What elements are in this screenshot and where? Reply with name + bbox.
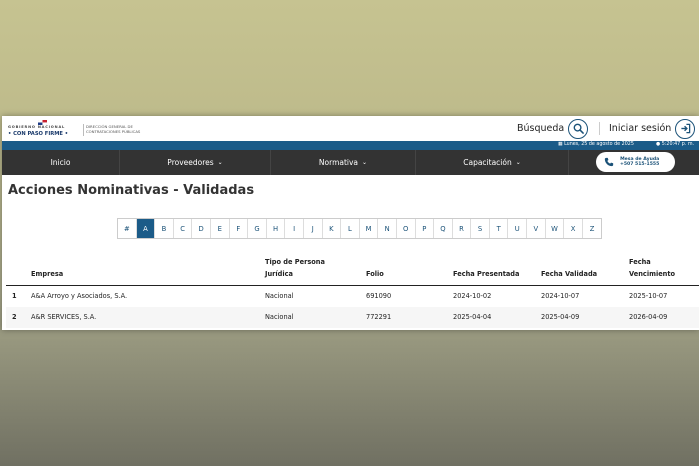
nav-item-proveedores[interactable]: Proveedores ⌄ bbox=[120, 150, 271, 175]
column-header-tipo-line1: Tipo de Persona bbox=[265, 258, 325, 266]
column-header-vencimiento-line2: Vencimiento bbox=[629, 270, 676, 278]
letter-filter-r[interactable]: R bbox=[452, 219, 472, 238]
nav-item-label: Capacitación bbox=[463, 158, 512, 167]
help-desk-button[interactable]: Mesa de Ayuda +507 515-1555 bbox=[596, 152, 675, 172]
table-header: Empresa Tipo de Persona Jurídica Folio F… bbox=[6, 254, 699, 286]
chevron-down-icon: ⌄ bbox=[217, 159, 223, 166]
chevron-down-icon: ⌄ bbox=[362, 159, 368, 166]
page-title: Acciones Nominativas - Validadas bbox=[8, 183, 255, 198]
date-text: Lunes, 25 de agosto de 2025 bbox=[564, 142, 634, 147]
logo-divider bbox=[83, 124, 84, 136]
top-header: GOBIERNO NACIONAL • CON PASO FIRME • DIR… bbox=[2, 116, 699, 141]
cell-empresa: A&R SERVICES, S.A. bbox=[31, 313, 97, 321]
government-logo[interactable]: GOBIERNO NACIONAL • CON PASO FIRME • DIR… bbox=[8, 120, 158, 138]
column-header-folio[interactable]: Folio bbox=[366, 268, 384, 280]
main-nav: Inicio Proveedores ⌄ Normativa ⌄ Capacit… bbox=[2, 150, 699, 175]
letter-filter-h[interactable]: H bbox=[266, 219, 286, 238]
letter-filter-b[interactable]: B bbox=[155, 219, 174, 238]
directorate-text: DIRECCIÓN GENERAL DE CONTRATACIONES PÚBL… bbox=[86, 124, 141, 134]
column-header-fecha-presentada[interactable]: Fecha Presentada bbox=[453, 268, 519, 280]
letter-filter-v[interactable]: V bbox=[527, 219, 546, 238]
letter-filter-c[interactable]: C bbox=[173, 219, 193, 238]
letter-filter-w[interactable]: W bbox=[545, 219, 565, 238]
chevron-down-icon: ⌄ bbox=[515, 159, 521, 166]
brand-top-text: GOBIERNO NACIONAL bbox=[8, 125, 66, 129]
cell-fecha-presentada: 2025-04-04 bbox=[453, 313, 492, 321]
results-table: Empresa Tipo de Persona Jurídica Folio F… bbox=[6, 254, 699, 328]
letter-filter-p[interactable]: P bbox=[415, 219, 435, 238]
letter-filter-m[interactable]: M bbox=[359, 219, 379, 238]
time-text: 5:20:47 p. m. bbox=[661, 142, 695, 147]
letter-filter-g[interactable]: G bbox=[248, 219, 267, 238]
cell-fecha-validada: 2024-10-07 bbox=[541, 292, 580, 300]
cell-fecha-vencimiento: 2026-04-09 bbox=[629, 313, 668, 321]
letter-filter-f[interactable]: F bbox=[229, 219, 249, 238]
letter-filter-l[interactable]: L bbox=[341, 219, 360, 238]
help-desk-phone: +507 515-1555 bbox=[620, 162, 660, 167]
current-date: ▦ Lunes, 25 de agosto de 2025 bbox=[558, 142, 634, 147]
sign-in-icon bbox=[681, 123, 691, 134]
current-time: ● 5:20:47 p. m. bbox=[656, 142, 694, 147]
column-header-tipo-line2: Jurídica bbox=[265, 270, 293, 278]
help-desk-text: Mesa de Ayuda +507 515-1555 bbox=[620, 157, 659, 168]
cell-empresa: A&A Arroyo y Asociados, S.A. bbox=[31, 292, 128, 300]
login-control[interactable]: Iniciar sesión bbox=[609, 118, 696, 139]
letter-filter-j[interactable]: J bbox=[303, 219, 323, 238]
login-button[interactable] bbox=[675, 118, 696, 139]
cell-fecha-vencimiento: 2025-10-07 bbox=[629, 292, 668, 300]
cell-tipo: Nacional bbox=[265, 292, 294, 300]
brand-bottom-text: • CON PASO FIRME • bbox=[8, 131, 69, 137]
cell-folio: 691090 bbox=[366, 292, 392, 300]
table-row: 1 A&A Arroyo y Asociados, S.A. Nacional … bbox=[6, 286, 699, 307]
column-header-vencimiento[interactable]: Fecha Vencimiento bbox=[629, 256, 675, 280]
nav-item-capacitacion[interactable]: Capacitación ⌄ bbox=[416, 150, 569, 175]
nav-item-normativa[interactable]: Normativa ⌄ bbox=[271, 150, 416, 175]
row-number: 1 bbox=[12, 292, 17, 300]
letter-filter-k[interactable]: K bbox=[322, 219, 342, 238]
letter-filter-a[interactable]: A bbox=[136, 219, 156, 238]
info-bar: ▦ Lunes, 25 de agosto de 2025 ● 5:20:47 … bbox=[2, 141, 699, 150]
search-control[interactable]: Búsqueda bbox=[517, 118, 589, 139]
letter-filter-o[interactable]: O bbox=[396, 219, 416, 238]
phone-icon bbox=[604, 157, 614, 167]
browser-page: GOBIERNO NACIONAL • CON PASO FIRME • DIR… bbox=[2, 116, 699, 330]
search-label: Búsqueda bbox=[517, 123, 565, 134]
nav-item-label: Proveedores bbox=[167, 158, 214, 167]
letter-filter-i[interactable]: I bbox=[285, 219, 304, 238]
cell-folio: 772291 bbox=[366, 313, 392, 321]
login-label: Iniciar sesión bbox=[609, 123, 672, 134]
letter-filter-u[interactable]: U bbox=[508, 219, 528, 238]
column-header-tipo[interactable]: Tipo de Persona Jurídica bbox=[265, 256, 325, 280]
nav-item-label: Normativa bbox=[318, 158, 359, 167]
cell-fecha-presentada: 2024-10-02 bbox=[453, 292, 492, 300]
cell-fecha-validada: 2025-04-09 bbox=[541, 313, 580, 321]
letter-filter-t[interactable]: T bbox=[489, 219, 509, 238]
letter-filter-d[interactable]: D bbox=[192, 219, 211, 238]
column-header-vencimiento-line1: Fecha bbox=[629, 258, 651, 266]
letter-filter-s[interactable]: S bbox=[471, 219, 490, 238]
nav-item-label: Inicio bbox=[50, 158, 71, 167]
letter-filter-n[interactable]: N bbox=[378, 219, 397, 238]
letter-filter-z[interactable]: Z bbox=[582, 219, 602, 238]
cell-tipo: Nacional bbox=[265, 313, 294, 321]
letter-filter-q[interactable]: Q bbox=[434, 219, 453, 238]
column-header-fecha-validada[interactable]: Fecha Validada bbox=[541, 268, 597, 280]
table-row: 2 A&R SERVICES, S.A. Nacional 772291 202… bbox=[6, 307, 699, 328]
letter-filter-x[interactable]: X bbox=[564, 219, 583, 238]
search-button[interactable] bbox=[568, 118, 589, 139]
letter-filter-hash[interactable]: # bbox=[118, 219, 137, 238]
column-header-empresa[interactable]: Empresa bbox=[31, 268, 63, 280]
row-number: 2 bbox=[12, 313, 17, 321]
letter-filter-e[interactable]: E bbox=[210, 219, 230, 238]
search-icon bbox=[573, 123, 584, 134]
header-divider bbox=[599, 122, 600, 135]
alphabet-filter: # A B C D E F G H I J K L M N O P Q R S … bbox=[117, 218, 603, 239]
nav-item-inicio[interactable]: Inicio bbox=[2, 150, 120, 175]
